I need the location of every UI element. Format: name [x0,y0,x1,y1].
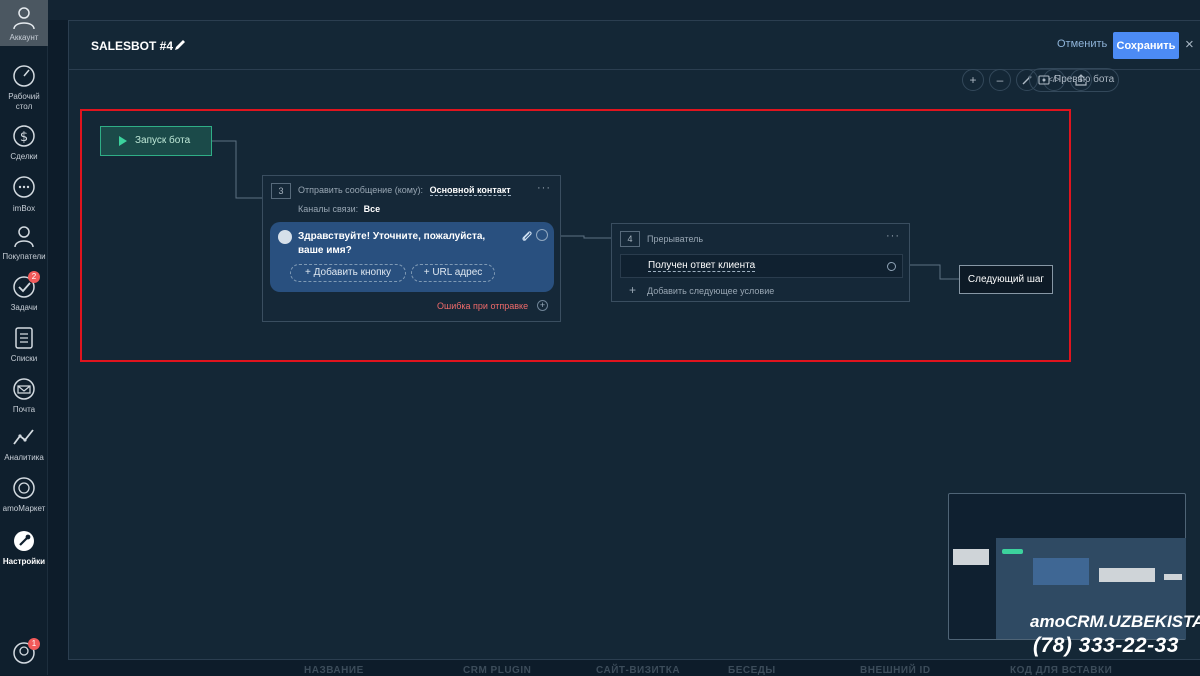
bg-column-name: НАЗВАНИЕ [304,665,364,676]
bot-preview-button[interactable]: Превью бота [1029,68,1119,92]
sidebar-item-label: Аккаунт [9,33,39,42]
svg-text:$: $ [20,130,28,145]
sidebar-item-lists[interactable]: Списки [0,325,48,364]
lists-icon [15,327,33,349]
preview-icon [1038,75,1050,85]
bg-column-external-id: ВНЕШНИЙ ID [860,665,931,676]
sidebar-item-label: Рабочий стол [8,92,40,111]
tasks-badge: 2 [28,271,40,283]
minimap-block [953,549,989,565]
minimap-block [1099,568,1155,582]
zoom-in-button[interactable]: + [962,69,984,91]
sidebar-item-market[interactable]: amoМаркет [0,475,48,514]
bg-column-embed-code: КОД ДЛЯ ВСТАВКИ [1010,665,1113,676]
chat-icon [13,176,35,198]
sidebar-item-label: Сделки [10,152,38,161]
cancel-button[interactable]: Отменить [1057,38,1107,50]
sidebar-item-account[interactable]: Аккаунт [0,4,48,43]
sidebar-item-settings[interactable]: Настройки [0,528,48,567]
sidebar-item-tasks[interactable]: 2 Задачи [0,271,48,313]
notifications-badge: 1 [28,638,40,650]
bg-column-chats: БЕСЕДЫ [728,665,776,676]
bg-column-crm-plugin: CRM PLUGIN [463,665,532,676]
sidebar-item-label: Аналитика [4,453,44,462]
sidebar-item-label: amoМаркет [2,504,46,513]
pencil-icon[interactable] [173,38,187,52]
minimap-block [1002,549,1023,554]
sidebar-item-mail[interactable]: Почта [0,376,48,415]
market-icon [13,477,35,499]
watermark-brand: amoCRM.UZBEKISTAN [1030,612,1200,631]
sidebar-item-label: imBox [12,204,36,213]
sidebar-item-label: Покупатели [2,252,46,261]
modal-header: SALESBOT #4 Отменить Сохранить × [69,21,1200,70]
customers-icon [14,226,34,248]
close-icon[interactable]: × [1185,36,1194,53]
left-sidebar: Аккаунт Рабочий стол $ Сделки imBox Поку… [0,0,48,675]
bg-column-site-card: САЙТ-ВИЗИТКА [596,665,681,676]
watermark-phone: (78) 333-22-33 [1033,634,1179,657]
background-page-strip [48,0,1200,20]
analytics-icon [13,429,34,445]
highlight-frame [80,109,1071,362]
settings-icon [14,531,34,551]
save-button[interactable]: Сохранить [1113,32,1179,59]
user-icon [13,7,35,30]
zoom-out-button[interactable]: – [989,69,1011,91]
sidebar-item-imbox[interactable]: imBox [0,175,48,214]
minimap-block [1033,558,1089,585]
sidebar-item-label: Списки [10,354,38,363]
bot-preview-label: Превью бота [1054,74,1115,85]
minimap-block [1164,574,1182,580]
sidebar-item-analytics[interactable]: Аналитика [0,424,48,463]
sidebar-item-deals[interactable]: $ Сделки [0,123,48,162]
sidebar-item-notifications[interactable]: 1 [0,638,48,669]
sidebar-item-customers[interactable]: Покупатели [0,223,48,262]
sidebar-item-label: Настройки [2,557,46,566]
bot-title: SALESBOT #4 [91,39,174,53]
mail-icon [13,378,35,400]
dashboard-icon [13,65,35,87]
sidebar-item-dashboard[interactable]: Рабочий стол [0,63,48,112]
sidebar-item-label: Почта [12,405,36,414]
sidebar-item-label: Задачи [10,303,38,312]
dollar-icon: $ [13,125,35,147]
